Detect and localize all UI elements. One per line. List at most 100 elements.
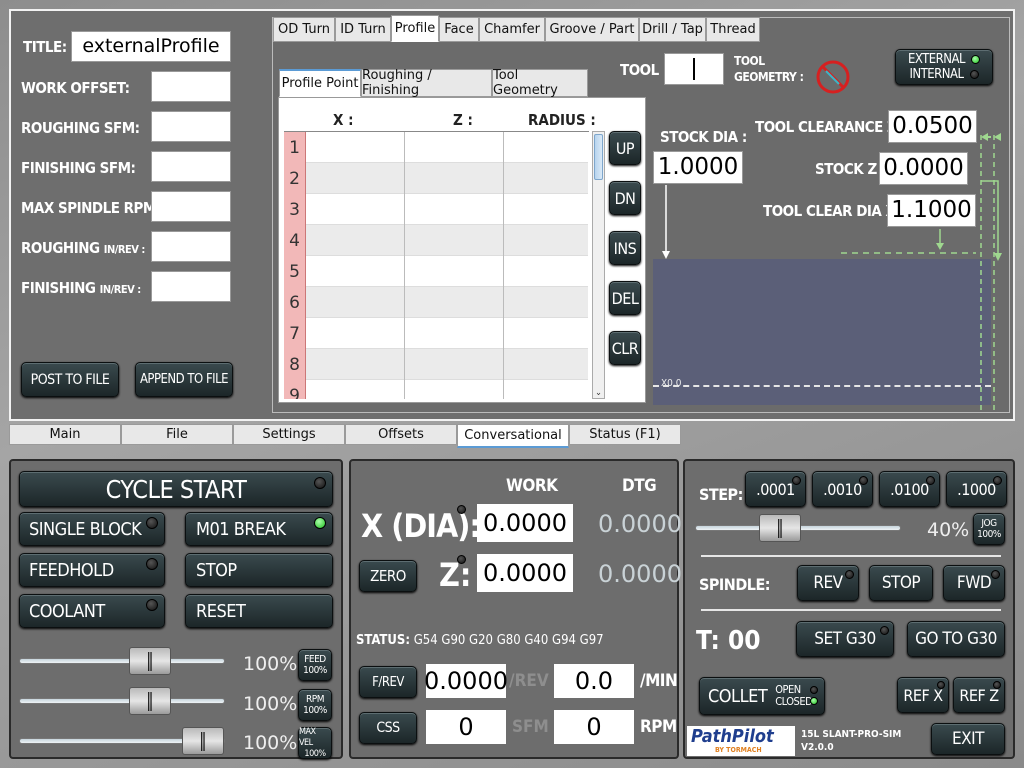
main-tab-file[interactable]: File [121, 424, 233, 445]
radius-cell[interactable] [504, 380, 589, 399]
finishing-sfm-input[interactable] [151, 151, 231, 182]
stop-button[interactable]: STOP [185, 553, 333, 587]
grid-row[interactable]: 1 [284, 132, 588, 163]
radius-cell[interactable] [504, 287, 589, 318]
radius-cell[interactable] [504, 318, 589, 349]
step-button-p1000[interactable]: .1000 [946, 471, 1007, 507]
max-spindle-rpm-input[interactable] [151, 191, 231, 222]
radius-cell[interactable] [504, 225, 589, 256]
tool-input[interactable] [664, 53, 724, 85]
up-button[interactable]: UP [609, 131, 641, 165]
external-internal-toggle[interactable]: EXTERNAL INTERNAL [895, 49, 993, 85]
main-tab-offsets[interactable]: Offsets [345, 424, 457, 445]
rpm-value[interactable]: 0 [554, 710, 634, 744]
roughing-feed-input[interactable] [151, 231, 231, 262]
step-button-p0010[interactable]: .0010 [812, 471, 873, 507]
z-cell[interactable] [405, 256, 504, 287]
max-vel-reset-button[interactable]: MAX VEL 100% [298, 727, 332, 759]
x-cell[interactable] [306, 287, 405, 318]
radius-cell[interactable] [504, 163, 589, 194]
jog-reset-button[interactable]: JOG 100% [973, 513, 1005, 545]
tab-od-turn[interactable]: OD Turn [273, 17, 335, 42]
x-work-value[interactable]: 0.0000 [477, 504, 573, 542]
radius-cell[interactable] [504, 132, 589, 163]
work-offset-input[interactable] [151, 71, 231, 102]
zero-button[interactable]: ZERO [359, 560, 417, 592]
del-button[interactable]: DEL [609, 281, 641, 315]
post-to-file-button[interactable]: POST TO FILE [21, 362, 119, 397]
step-button-p0100[interactable]: .0100 [879, 471, 940, 507]
tab-profile[interactable]: Profile [391, 15, 439, 42]
roughing-sfm-input[interactable] [151, 111, 231, 142]
radius-cell[interactable] [504, 349, 589, 380]
radius-cell[interactable] [504, 194, 589, 225]
subtab-tool-geometry[interactable]: Tool Geometry [492, 68, 588, 98]
grid-row[interactable]: 2 [284, 163, 588, 194]
x-cell[interactable] [306, 132, 405, 163]
finishing-feed-input[interactable] [151, 271, 231, 302]
grid-row[interactable]: 6 [284, 287, 588, 318]
dn-button[interactable]: DN [609, 181, 641, 215]
tab-id-turn[interactable]: ID Turn [335, 17, 391, 42]
clr-button[interactable]: CLR [609, 331, 641, 365]
rpm-slider-thumb[interactable]: ║ [129, 687, 171, 715]
append-to-file-button[interactable]: APPEND TO FILE [135, 362, 233, 397]
feed-reset-button[interactable]: FEED 100% [298, 649, 332, 681]
radius-cell[interactable] [504, 256, 589, 287]
collet-toggle-button[interactable]: COLLET OPEN CLOSED [699, 677, 825, 715]
tab-thread[interactable]: Thread [706, 17, 760, 42]
grid-row[interactable]: 5 [284, 256, 588, 287]
jog-slider-thumb[interactable]: ║ [759, 514, 801, 542]
feed-per-rev-value[interactable]: 0.0000 [424, 664, 508, 698]
rpm-reset-button[interactable]: RPM 100% [298, 689, 332, 721]
scrollbar-thumb[interactable] [594, 134, 603, 180]
x-cell[interactable] [306, 380, 405, 399]
single-block-button[interactable]: SINGLE BLOCK [19, 512, 165, 546]
m01-break-button[interactable]: M01 BREAK [185, 512, 333, 546]
grid-row[interactable]: 7 [284, 318, 588, 349]
z-cell[interactable] [405, 163, 504, 194]
z-cell[interactable] [405, 287, 504, 318]
feed-per-min-value[interactable]: 0.0 [554, 664, 634, 698]
x-cell[interactable] [306, 349, 405, 380]
tab-face[interactable]: Face [439, 17, 479, 42]
grid-row[interactable]: 3 [284, 194, 588, 225]
main-tab-main[interactable]: Main [9, 424, 121, 445]
x-cell[interactable] [306, 163, 405, 194]
set-g30-button[interactable]: SET G30 [796, 621, 894, 657]
max-vel-slider-thumb[interactable]: ║ [182, 727, 224, 755]
z-cell[interactable] [405, 132, 504, 163]
spindle-fwd-button[interactable]: FWD [943, 565, 1005, 601]
f-rev-button[interactable]: F/REV [359, 666, 417, 698]
scroll-down-arrow-icon[interactable]: ⌄ [593, 388, 604, 398]
grid-row[interactable]: 8 [284, 349, 588, 380]
feedhold-button[interactable]: FEEDHOLD [19, 553, 165, 587]
exit-button[interactable]: EXIT [931, 723, 1005, 755]
z-cell[interactable] [405, 318, 504, 349]
step-button-p0001[interactable]: .0001 [745, 471, 806, 507]
feed-slider-thumb[interactable]: ║ [129, 647, 171, 675]
cycle-start-button[interactable]: CYCLE START [19, 471, 333, 507]
tab-chamfer[interactable]: Chamfer [479, 17, 545, 42]
z-cell[interactable] [405, 380, 504, 399]
z-cell[interactable] [405, 225, 504, 256]
spindle-stop-button[interactable]: STOP [869, 565, 933, 601]
x-cell[interactable] [306, 318, 405, 349]
z-cell[interactable] [405, 194, 504, 225]
title-input[interactable]: externalProfile [71, 31, 231, 62]
z-work-value[interactable]: 0.0000 [477, 554, 573, 592]
ref-x-button[interactable]: REF X [897, 677, 949, 713]
reset-button[interactable]: RESET [185, 594, 333, 628]
subtab-roughing-finishing[interactable]: Roughing / Finishing [361, 68, 492, 98]
ref-z-button[interactable]: REF Z [953, 677, 1005, 713]
tab-drill-tap[interactable]: Drill / Tap [639, 17, 706, 42]
spindle-rev-button[interactable]: REV [797, 565, 859, 601]
go-to-g30-button[interactable]: GO TO G30 [907, 621, 1005, 657]
x-cell[interactable] [306, 256, 405, 287]
tab-groove-part[interactable]: Groove / Part [545, 17, 639, 42]
coolant-button[interactable]: COOLANT [19, 594, 165, 628]
grid-row[interactable]: 4 [284, 225, 588, 256]
main-tab-conversational[interactable]: Conversational [457, 424, 569, 448]
x-cell[interactable] [306, 194, 405, 225]
sfm-value[interactable]: 0 [426, 710, 506, 744]
